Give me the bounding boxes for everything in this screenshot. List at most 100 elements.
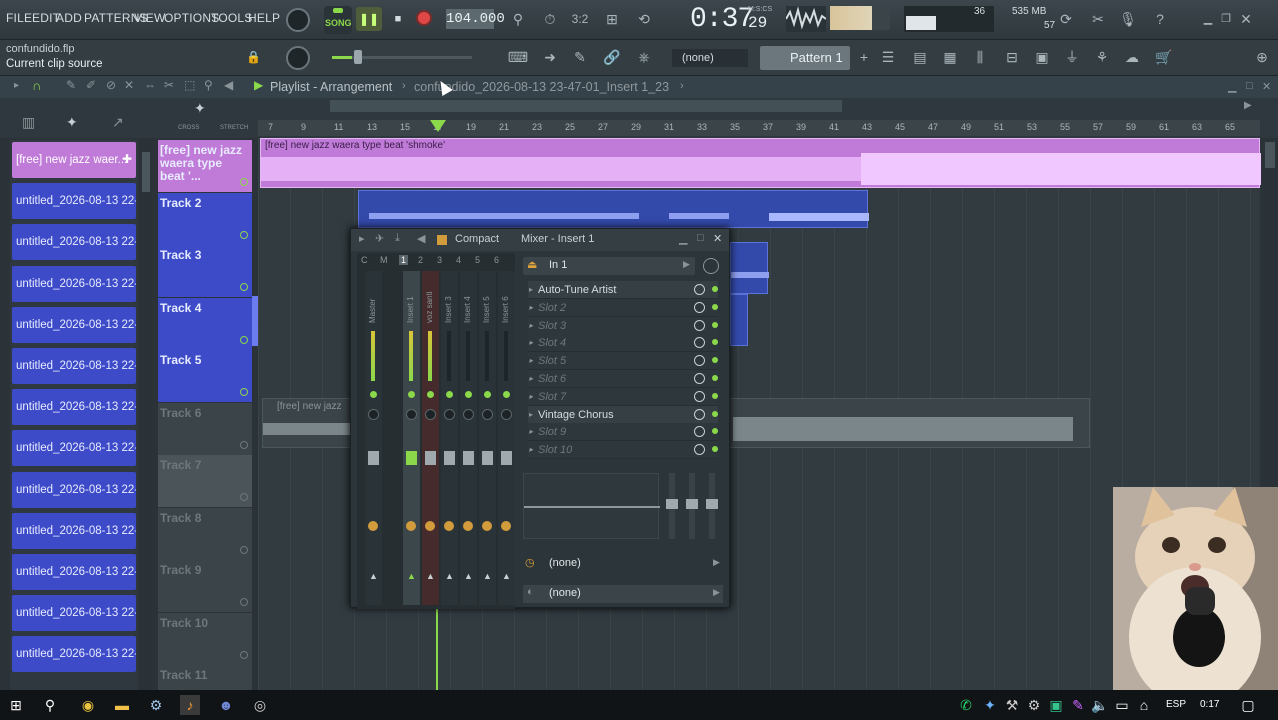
ruler[interactable]: 7 9 11 13 15 17 19 21 23 25 27 29 31 33 35 37 39 41 43 45 47…: [258, 120, 1260, 136]
picker-item-audio[interactable]: untitled_2026-08-13 22-...: [12, 512, 136, 549]
paint-tool-icon[interactable]: ✐: [86, 78, 96, 92]
strip-fader[interactable]: [425, 451, 436, 465]
track-header-1[interactable]: [free] new jazz waera type beat '...: [158, 140, 252, 192]
strip-header-C[interactable]: C: [361, 255, 368, 265]
mixer-compact-label[interactable]: Compact: [455, 233, 499, 245]
playback-tool-icon[interactable]: ◀: [224, 78, 233, 92]
picker-scrollbar[interactable]: [140, 140, 152, 690]
strip-route-knob[interactable]: [368, 521, 378, 531]
wizard-icon[interactable]: ⚘: [1090, 46, 1114, 68]
menu-file[interactable]: FILE: [6, 11, 32, 25]
strip-route-knob[interactable]: [406, 521, 416, 531]
eq-band-slider-2[interactable]: [686, 473, 698, 539]
strip-pan-knob[interactable]: [463, 409, 474, 420]
master-volume-knob[interactable]: [286, 8, 310, 32]
master-volume-slider[interactable]: [332, 50, 472, 64]
volume-handle[interactable]: [354, 50, 362, 64]
slot-mix-knob[interactable]: [694, 284, 705, 295]
mixer-strip-7[interactable]: Insert 6 ▲: [498, 271, 515, 605]
fl-studio-icon[interactable]: ♪: [180, 695, 200, 715]
eq-band-handle-3[interactable]: [706, 499, 718, 509]
wait-input-icon[interactable]: ⏱: [538, 8, 562, 30]
mixer-tool-icon[interactable]: ✈: [375, 232, 384, 245]
file-explorer-icon[interactable]: ▬: [112, 695, 132, 715]
strip-header-2[interactable]: 2: [418, 255, 423, 265]
track-led-icon[interactable]: [240, 283, 248, 291]
strip-fader[interactable]: [368, 451, 379, 465]
channel-rack-icon[interactable]: ▦: [938, 46, 962, 68]
picker-item-audio[interactable]: untitled_2026-08-13 22-...: [12, 595, 136, 632]
menu-add[interactable]: ADD: [56, 11, 82, 25]
slot-mix-knob[interactable]: [694, 426, 705, 438]
tools-icon[interactable]: ✂: [1086, 8, 1110, 30]
strip-header-5[interactable]: 5: [475, 255, 480, 265]
zoom-tool-icon[interactable]: ⚲: [204, 78, 213, 92]
fx-slot-8[interactable]: Vintage Chorus ▸: [528, 405, 718, 424]
mute-tool-icon[interactable]: ✕: [124, 78, 134, 92]
obs-icon[interactable]: ◎: [250, 695, 270, 715]
piano-roll-icon[interactable]: ▤: [908, 46, 932, 68]
strip-arrow-icon[interactable]: ▲: [464, 571, 473, 581]
whatsapp-icon[interactable]: ✆: [956, 695, 976, 715]
mixer-strip-6[interactable]: Insert 5 ▲: [479, 271, 496, 605]
pattern-selector[interactable]: Pattern 1: [760, 46, 850, 70]
track-led-icon[interactable]: [240, 493, 248, 501]
playlist-minimize-icon[interactable]: ▁: [1228, 80, 1236, 93]
track-led-icon[interactable]: [240, 650, 248, 659]
strip-arrow-icon[interactable]: ▲: [426, 571, 435, 581]
strip-header-M[interactable]: M: [380, 255, 388, 265]
slot-enable-led[interactable]: [712, 428, 718, 435]
slice-tool-icon[interactable]: ✂: [164, 78, 174, 92]
tray-icon-3[interactable]: ⚒: [1002, 695, 1022, 715]
strip-led[interactable]: [465, 391, 472, 398]
track-header-2[interactable]: Track 2: [158, 192, 252, 245]
chrome-icon[interactable]: ◉: [78, 695, 98, 715]
track-header-8[interactable]: Track 8: [158, 507, 252, 560]
fx-slot-2[interactable]: Slot 2 ▸: [528, 298, 718, 317]
eq-band-handle-1[interactable]: [666, 499, 678, 509]
refresh-icon[interactable]: ⟳: [1054, 8, 1078, 30]
eq-band-handle-2[interactable]: [686, 499, 698, 509]
fx-slot-9[interactable]: Slot 9 ▸: [528, 423, 718, 442]
track-led-icon[interactable]: [240, 388, 248, 396]
scroll-right-icon[interactable]: ▶: [1244, 100, 1252, 111]
track-header-4[interactable]: Track 4: [158, 297, 252, 350]
mixer-minimize-icon[interactable]: ▁: [679, 232, 687, 245]
blend-notes-icon[interactable]: ⊞: [600, 8, 624, 30]
latency-icon[interactable]: [703, 258, 719, 274]
pause-button[interactable]: ❚❚: [356, 7, 382, 31]
picker-item-audio[interactable]: untitled_2026-08-13 22-...: [12, 554, 136, 590]
strip-pan-knob[interactable]: [482, 409, 493, 420]
strip-route-knob[interactable]: [425, 521, 435, 531]
strip-led[interactable]: [484, 391, 491, 398]
fx-slot-6[interactable]: Slot 6 ▸: [528, 370, 718, 388]
audio-clip-track1[interactable]: [free] new jazz waera type beat 'shmoke': [260, 138, 1261, 188]
picker-item-audio[interactable]: untitled_2026-08-13 22-...: [12, 265, 136, 302]
slot-mix-knob[interactable]: [694, 301, 705, 313]
loop-record-icon[interactable]: ⟲: [632, 8, 656, 30]
picker-item-audio[interactable]: untitled_2026-08-13 22-...: [12, 430, 136, 467]
track-header-5[interactable]: Track 5: [158, 350, 252, 402]
mixer-maximize-icon[interactable]: □: [697, 232, 704, 244]
strip-header-6[interactable]: 6: [494, 255, 499, 265]
slot-enable-led[interactable]: [712, 446, 718, 453]
strip-led[interactable]: [370, 391, 377, 398]
eq-band-slider-3[interactable]: [706, 473, 718, 539]
scroll-bar-top[interactable]: [330, 100, 842, 112]
picker-item-audio[interactable]: untitled_2026-08-13 22-...: [12, 348, 136, 384]
strip-arrow-icon[interactable]: ▲: [369, 571, 378, 581]
slot-enable-led[interactable]: [712, 339, 718, 346]
strip-pan-knob[interactable]: [368, 409, 379, 420]
track-led-icon[interactable]: [240, 545, 248, 554]
network-tray-icon[interactable]: ⌂: [1134, 695, 1154, 715]
strip-led[interactable]: [427, 391, 434, 398]
mixer-strip-3[interactable]: voz santi ▲: [422, 271, 439, 605]
strip-arrow-icon[interactable]: ▲: [445, 571, 454, 581]
audio-clip-track4[interactable]: [730, 294, 748, 346]
start-icon[interactable]: ⊞: [6, 695, 26, 715]
mixer-icon[interactable]: ⫼: [968, 46, 992, 68]
slot-mix-knob[interactable]: [694, 373, 705, 384]
playhead-marker[interactable]: [430, 120, 446, 132]
language-indicator[interactable]: ESP: [1166, 699, 1186, 710]
select-tool-icon[interactable]: ⬚: [184, 78, 195, 92]
